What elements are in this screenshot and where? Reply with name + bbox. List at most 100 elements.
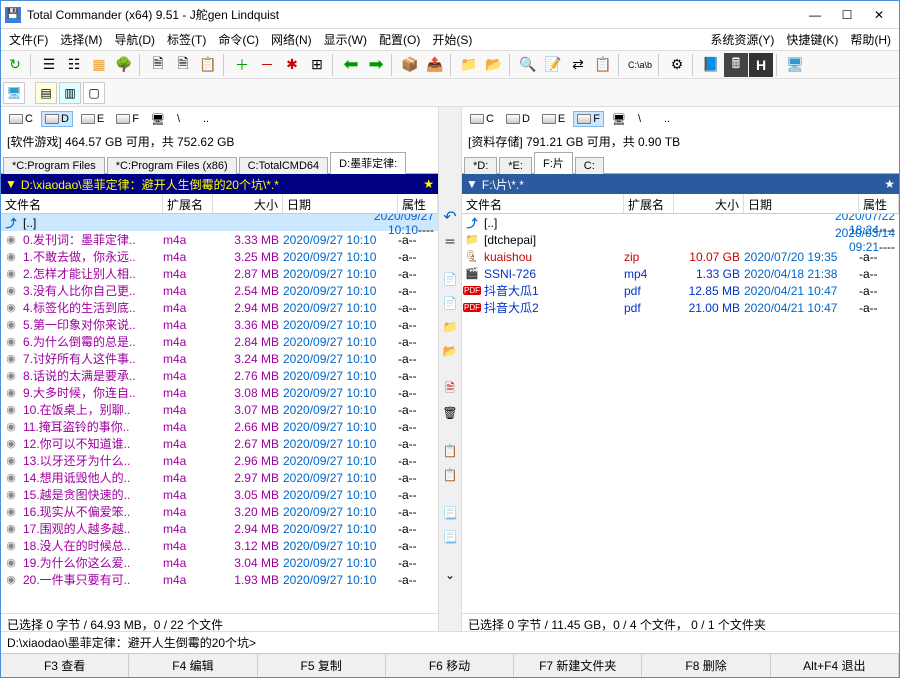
menu-nav[interactable]: 导航(D) [108,29,161,50]
f7-button[interactable]: F7 新建文件夹 [514,654,642,677]
file-row[interactable]: ◉2.怎样才能让别人相..m4a2.87 MB2020/09/27 10:10-… [1,265,438,282]
trash-icon[interactable]: 🗑 [440,403,460,423]
network-icon[interactable]: 🖥 [147,111,169,127]
search-icon[interactable]: 🔍 [516,53,540,77]
right-filelist[interactable]: ⤴[..]2020/07/22 18:24----📁[dtchepai]2020… [462,214,899,613]
col-date[interactable]: 日期 [744,194,859,213]
panel1-icon[interactable]: ▤ [35,82,57,104]
sort-date-icon[interactable]: 📋 [196,53,220,77]
file-row[interactable]: ◉7.讨好所有人这件事..m4a3.24 MB2020/09/27 10:10-… [1,350,438,367]
f4-button[interactable]: F4 编辑 [129,654,257,677]
sync-icon[interactable]: ⇄ [566,53,590,77]
file-row[interactable]: ◉11.掩耳盗铃的事你..m4a2.66 MB2020/09/27 10:10-… [1,418,438,435]
tab[interactable]: *C:Program Files [3,157,105,174]
view-thumbs-icon[interactable]: ▦ [87,53,111,77]
file-row[interactable]: 🎬SSNI-726mp41.33 GB2020/04/18 21:38-a-- [462,265,899,282]
copy-icon[interactable]: 📄 [440,269,460,289]
drive-e[interactable]: E [77,111,108,127]
favorite-icon[interactable]: ★ [884,177,895,191]
file-row[interactable]: ◉15.越是贪图快速的..m4a3.05 MB2020/09/27 10:10-… [1,486,438,503]
select-ext-icon[interactable]: ⊞ [305,53,329,77]
display-icon[interactable]: 🖥 [783,53,807,77]
folder-plus-icon[interactable]: 📂 [440,341,460,361]
file-row[interactable]: ◉1.不敢去做，你永远..m4a3.25 MB2020/09/27 10:10-… [1,248,438,265]
file-row[interactable]: PDF抖音大瓜1pdf12.85 MB2020/04/21 10:47-a-- [462,282,899,299]
command-line[interactable]: D:\xiaodao\墨菲定律：避开人生倒霉的20个坑> [1,631,899,653]
ftp-new-icon[interactable]: 📂 [482,53,506,77]
file-row[interactable]: ◉17.围观的人越多越..m4a2.94 MB2020/09/27 10:10-… [1,520,438,537]
tab[interactable]: *C:Program Files (x86) [107,157,237,174]
col-ext[interactable]: 扩展名 [163,194,213,213]
desktop-icon[interactable]: 🖥 [3,82,25,104]
file-row[interactable]: ◉8.话说的太满是要承..m4a2.76 MB2020/09/27 10:10-… [1,367,438,384]
list2-icon[interactable]: 📃 [440,527,460,547]
file-row[interactable]: PDF抖音大瓜2pdf21.00 MB2020/04/21 10:47-a-- [462,299,899,316]
col-size[interactable]: 大小 [213,194,283,213]
sort-name-icon[interactable]: 🗎 [146,53,170,77]
maximize-button[interactable]: ☐ [831,3,863,27]
list-icon[interactable]: 📃 [440,503,460,523]
menu-help[interactable]: 帮助(H) [844,29,897,50]
notepad-icon[interactable]: 📘 [699,53,723,77]
refresh-icon[interactable]: ↻ [3,53,27,77]
menu-sysres[interactable]: 系统资源(Y) [704,29,780,50]
invert-select-icon[interactable]: ✱ [280,53,304,77]
drive-d[interactable]: D [502,111,534,127]
menu-select[interactable]: 选择(M) [54,29,108,50]
sort-ext-icon[interactable]: 🗎 [171,53,195,77]
file-row[interactable]: ◉9.大多时候，你连自..m4a3.08 MB2020/09/27 10:10-… [1,384,438,401]
col-ext[interactable]: 扩展名 [624,194,674,213]
unpack-icon[interactable]: 📤 [423,53,447,77]
right-pathbar[interactable]: ▼ F:\片\*.* ★ [462,174,899,194]
file-row[interactable]: ◉3.没有人比你自己更..m4a2.54 MB2020/09/27 10:10-… [1,282,438,299]
view-tree-icon[interactable]: 🌳 [112,53,136,77]
ftp-icon[interactable]: 📁 [457,53,481,77]
multi-rename-icon[interactable]: 📝 [541,53,565,77]
forward-icon[interactable]: ➡ [364,53,388,77]
parent-icon[interactable]: .. [199,111,221,127]
menu-file[interactable]: 文件(F) [3,29,54,50]
left-filelist[interactable]: ⤴[..]2020/09/27 10:10----◉0.发刊词：墨菲定律..m4… [1,214,438,613]
equal-icon[interactable]: ＝ [440,231,460,251]
panel3-icon[interactable]: ▢ [83,82,105,104]
file-row[interactable]: ◉10.在饭桌上，别聊..m4a3.07 MB2020/09/27 10:10-… [1,401,438,418]
clipboard-icon[interactable]: 📋 [440,441,460,461]
drive-f[interactable]: F [573,111,604,127]
col-name[interactable]: 文件名 [1,194,163,213]
col-date[interactable]: 日期 [283,194,398,213]
file-row[interactable]: ⤴[..]2020/09/27 10:10---- [1,214,438,231]
panel2-icon[interactable]: ▥ [59,82,81,104]
select-all-icon[interactable]: ＋ [230,53,254,77]
copy-names-icon[interactable]: 📋 [591,53,615,77]
col-attr[interactable]: 属性 [859,194,899,213]
pack-icon[interactable]: 📦 [398,53,422,77]
f6-button[interactable]: F6 移动 [386,654,514,677]
file-row[interactable]: ◉18.没人在的时候总..m4a3.12 MB2020/09/27 10:10-… [1,537,438,554]
file-row[interactable]: ◉0.发刊词：墨菲定律..m4a3.33 MB2020/09/27 10:10-… [1,231,438,248]
altf4-button[interactable]: Alt+F4 退出 [771,654,899,677]
tab[interactable]: F:片 [534,152,573,174]
file-row[interactable]: 🗜kuaishouzip10.07 GB2020/07/20 19:35-a-- [462,248,899,265]
file-row[interactable]: ◉20.一件事只要有可..m4a1.93 MB2020/09/27 10:10-… [1,571,438,588]
file-row[interactable]: ◉19.为什么你这么爱..m4a3.04 MB2020/09/27 10:10-… [1,554,438,571]
calc-icon[interactable]: 🖩 [724,53,748,77]
drive-f[interactable]: F [112,111,143,127]
favorite-icon[interactable]: ★ [423,177,434,191]
file-row[interactable]: 📁[dtchepai]2020/03/14 09:21---- [462,231,899,248]
root-icon[interactable]: \ [173,111,195,127]
tab[interactable]: *D: [464,157,497,174]
root-icon[interactable]: \ [634,111,656,127]
file-row[interactable]: ◉13.以牙还牙为什么..m4a2.96 MB2020/09/27 10:10-… [1,452,438,469]
f8-button[interactable]: F8 删除 [642,654,770,677]
menu-tag[interactable]: 标签(T) [161,29,212,50]
drive-c[interactable]: C [466,111,498,127]
cab-label[interactable]: C:\a\b [625,53,655,77]
move-icon[interactable]: 📄 [440,293,460,313]
drive-e[interactable]: E [538,111,569,127]
left-pathbar[interactable]: ▼ D:\xiaodao\墨菲定律：避开人生倒霉的20个坑\*.* ★ [1,174,438,194]
f3-button[interactable]: F3 查看 [1,654,129,677]
f5-button[interactable]: F5 复制 [258,654,386,677]
file-row[interactable]: ◉4.标签化的生活到底..m4a2.94 MB2020/09/27 10:10-… [1,299,438,316]
col-attr[interactable]: 属性 [398,194,438,213]
tab[interactable]: C:TotalCMD64 [239,157,329,174]
